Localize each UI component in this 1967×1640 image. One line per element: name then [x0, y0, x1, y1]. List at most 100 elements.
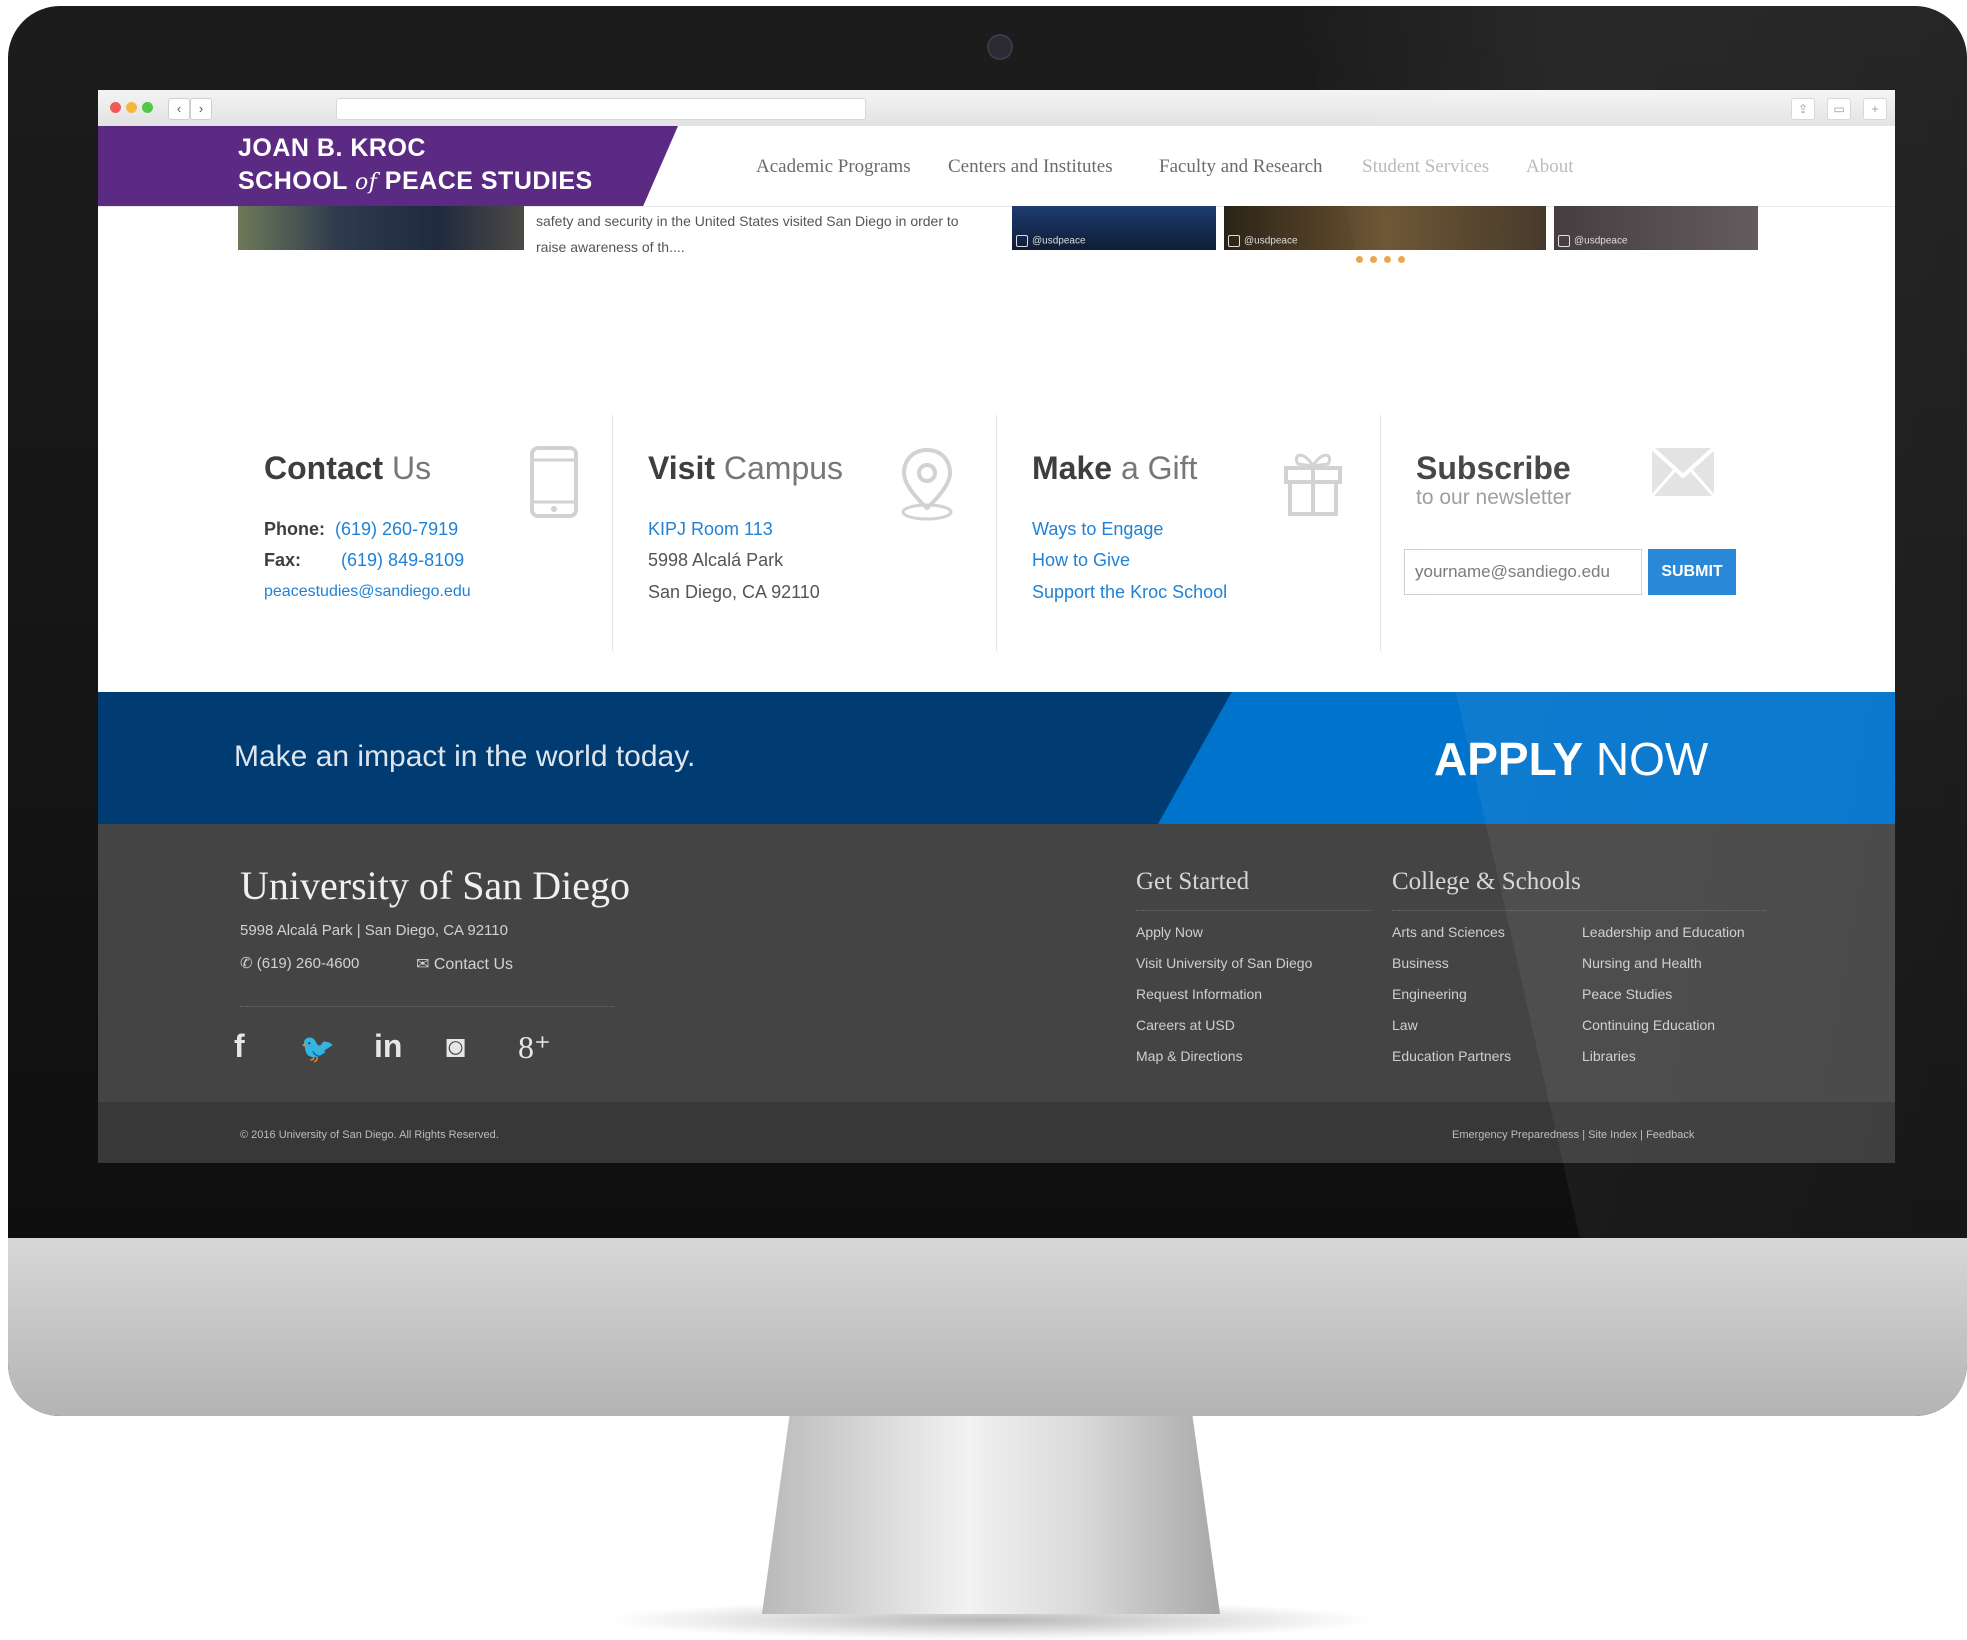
fax-link[interactable]: (619) 849-8109 [341, 550, 464, 570]
apply-light: NOW [1583, 733, 1709, 785]
envelope-icon [1650, 446, 1716, 497]
footer-link-apply-now[interactable]: Apply Now [1136, 924, 1203, 940]
tabs-icon[interactable]: ▭ [1827, 98, 1851, 120]
visit-address-2: San Diego, CA 92110 [648, 582, 820, 602]
back-button[interactable]: ‹ [168, 98, 190, 120]
college-link-nursing-health[interactable]: Nursing and Health [1582, 955, 1702, 971]
college-link-arts-sciences[interactable]: Arts and Sciences [1392, 924, 1505, 940]
webcam [987, 34, 1013, 60]
legal-separator-1: | [1582, 1129, 1586, 1141]
column-divider-3 [1380, 415, 1381, 651]
instagram-handle-3: @usdpeace [1574, 235, 1628, 247]
footer-phone[interactable]: ✆ (619) 260-4600 [240, 954, 359, 972]
gift-icon [1284, 453, 1342, 516]
college-link-leadership-education[interactable]: Leadership and Education [1582, 924, 1745, 940]
contact-title: Contact Us [264, 450, 431, 487]
news-thumbnail[interactable] [238, 206, 524, 250]
support-kroc-link[interactable]: Support the Kroc School [1032, 582, 1227, 603]
apply-banner: Make an impact in the world today. APPLY… [98, 692, 1895, 824]
facebook-icon[interactable]: f [234, 1028, 245, 1065]
nav-academic-programs[interactable]: Academic Programs [756, 156, 911, 178]
instagram-icon [1228, 235, 1240, 247]
logo-of: of [354, 170, 378, 195]
college-link-continuing-education[interactable]: Continuing Education [1582, 1017, 1715, 1033]
carousel-dot-4[interactable] [1398, 256, 1405, 263]
map-pin-icon [901, 447, 953, 521]
instagram-thumb-3[interactable]: @usdpeace [1554, 206, 1758, 250]
site-index-link[interactable]: Site Index [1588, 1129, 1637, 1141]
carousel-dot-3[interactable] [1384, 256, 1391, 263]
screen: ‹ › ⇪ ▭ + JOAN B. KROC SCHOOL of PEACE S… [98, 90, 1895, 1163]
column-divider-1 [612, 415, 613, 651]
footer-contact-label: Contact Us [433, 956, 513, 973]
carousel-dot-1[interactable] [1356, 256, 1363, 263]
linkedin-icon[interactable]: in [374, 1028, 402, 1065]
new-tab-icon[interactable]: + [1863, 98, 1887, 120]
phone-link[interactable]: (619) 260-7919 [335, 519, 458, 539]
colleges-divider [1392, 910, 1766, 911]
legal-separator-2: | [1640, 1129, 1644, 1141]
footer-link-visit-usd[interactable]: Visit University of San Diego [1136, 955, 1312, 971]
maximize-window-dot[interactable] [142, 102, 153, 113]
copyright: © 2016 University of San Diego. All Righ… [240, 1129, 499, 1141]
monitor: ‹ › ⇪ ▭ + JOAN B. KROC SCHOOL of PEACE S… [8, 6, 1967, 1416]
college-link-business[interactable]: Business [1392, 955, 1449, 971]
instagram-label-1: @usdpeace [1016, 235, 1086, 247]
phone-icon [530, 446, 578, 518]
ways-to-engage-link[interactable]: Ways to Engage [1032, 519, 1163, 540]
nav-student-services[interactable]: Student Services [1362, 156, 1489, 178]
how-to-give-link[interactable]: How to Give [1032, 550, 1130, 571]
gift-title-light: a Gift [1112, 450, 1198, 486]
college-link-peace-studies[interactable]: Peace Studies [1582, 986, 1672, 1002]
twitter-icon[interactable]: 🐦 [300, 1032, 335, 1065]
feedback-link[interactable]: Feedback [1646, 1129, 1694, 1141]
email-link[interactable]: peacestudies@sandiego.edu [264, 583, 471, 601]
site-footer: University of San Diego 5998 Alcalá Park… [98, 824, 1895, 1102]
instagram-thumb-2[interactable]: @usdpeace [1224, 206, 1546, 250]
close-window-dot[interactable] [110, 102, 121, 113]
logo-school: SCHOOL [238, 167, 348, 195]
get-started-divider [1136, 910, 1372, 911]
contact-title-light: Us [383, 450, 432, 486]
visit-title-bold: Visit [648, 450, 715, 486]
footer-address: 5998 Alcalá Park | San Diego, CA 92110 [240, 922, 508, 939]
minimize-window-dot[interactable] [126, 102, 137, 113]
nav-about[interactable]: About [1526, 156, 1574, 178]
college-link-engineering[interactable]: Engineering [1392, 986, 1467, 1002]
contact-title-bold: Contact [264, 450, 384, 486]
college-link-education-partners[interactable]: Education Partners [1392, 1048, 1511, 1064]
monitor-chin [8, 1238, 1967, 1416]
submit-button[interactable]: SUBMIT [1648, 549, 1736, 595]
contact-phone-row: Phone: (619) 260-7919 [264, 519, 458, 540]
contact-fax-row: Fax: (619) 849-8109 [264, 550, 464, 571]
phone-label: Phone: [264, 519, 325, 539]
colleges-heading: College & Schools [1392, 868, 1581, 895]
footer-link-request-info[interactable]: Request Information [1136, 986, 1262, 1002]
instagram-icon[interactable]: ◙ [446, 1028, 465, 1065]
footer-divider [240, 1006, 614, 1007]
footer-link-careers[interactable]: Careers at USD [1136, 1017, 1235, 1033]
share-icon[interactable]: ⇪ [1791, 98, 1815, 120]
emergency-preparedness-link[interactable]: Emergency Preparedness [1452, 1129, 1579, 1141]
footer-contact[interactable]: ✉ Contact Us [416, 954, 513, 974]
carousel-dot-2[interactable] [1370, 256, 1377, 263]
instagram-thumb-1[interactable]: @usdpeace [1012, 206, 1216, 250]
logo-peace-studies: PEACE STUDIES [384, 167, 593, 195]
college-link-law[interactable]: Law [1392, 1017, 1418, 1033]
university-name[interactable]: University of San Diego [240, 862, 630, 909]
logo-line-2: SCHOOL of PEACE STUDIES [238, 167, 593, 196]
apply-now-button[interactable]: APPLY NOW [1434, 732, 1708, 786]
nav-faculty-research[interactable]: Faculty and Research [1159, 156, 1323, 178]
footer-link-map-directions[interactable]: Map & Directions [1136, 1048, 1243, 1064]
college-link-libraries[interactable]: Libraries [1582, 1048, 1636, 1064]
newsletter-email-input[interactable] [1404, 549, 1642, 595]
instagram-label-3: @usdpeace [1558, 235, 1628, 247]
footer-phone-number: (619) 260-4600 [256, 955, 360, 972]
address-bar[interactable] [336, 98, 866, 120]
forward-button[interactable]: › [190, 98, 212, 120]
visit-room-link[interactable]: KIPJ Room 113 [648, 519, 773, 540]
nav-centers-institutes[interactable]: Centers and Institutes [948, 156, 1113, 178]
column-divider-2 [996, 415, 997, 651]
logo[interactable]: JOAN B. KROC SCHOOL of PEACE STUDIES [98, 126, 678, 206]
google-plus-icon[interactable]: 8⁺ [518, 1028, 551, 1066]
